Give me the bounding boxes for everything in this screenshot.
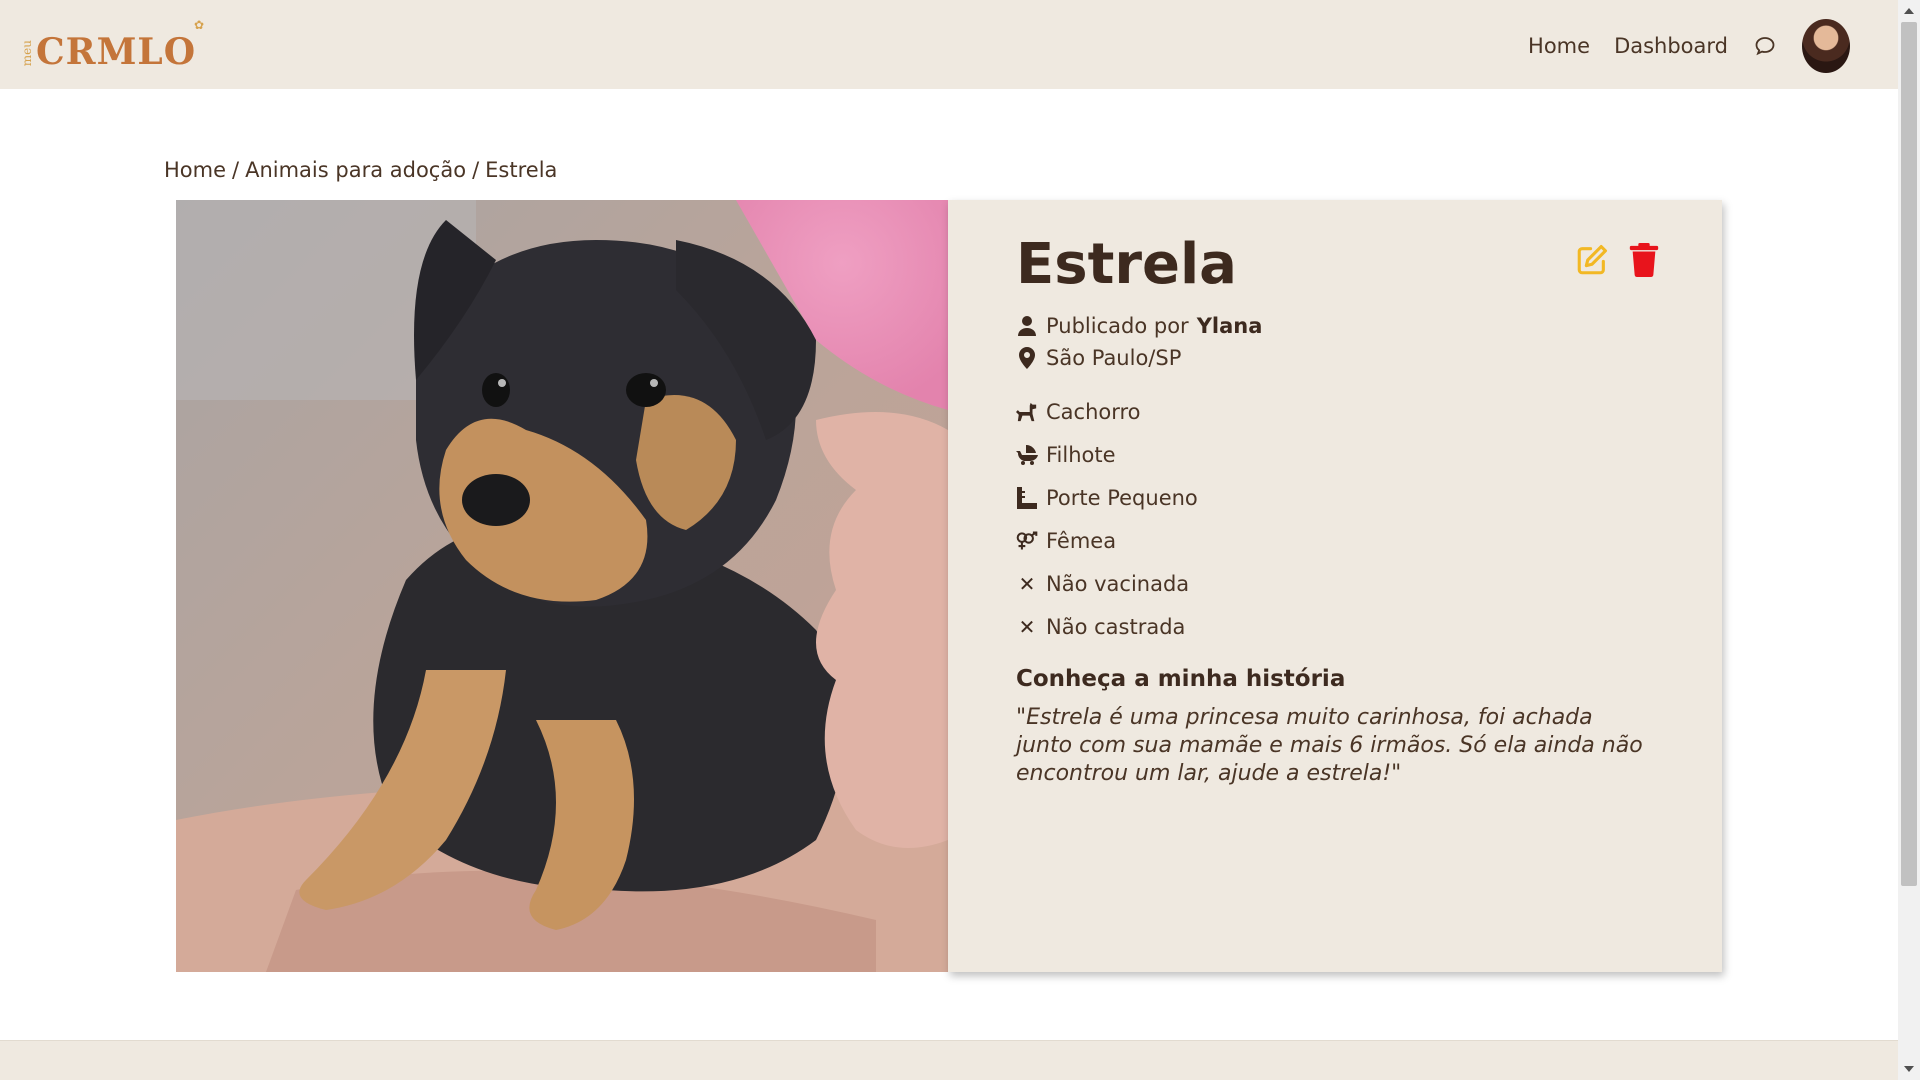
pet-actions: [1574, 242, 1662, 278]
breadcrumb-separator: /: [232, 158, 240, 182]
x-icon: ✕: [1018, 572, 1036, 596]
age-text: Filhote: [1046, 443, 1116, 467]
main-nav: Home Dashboard: [1528, 18, 1850, 74]
location-text: São Paulo/SP: [1046, 346, 1182, 370]
scroll-down-arrow-icon[interactable]: [1904, 1066, 1914, 1072]
breadcrumb: Home / Animais para adoção / Estrela: [164, 158, 557, 182]
scroll-up-arrow-icon[interactable]: [1904, 8, 1914, 14]
top-navbar: meu CRMLO ✿ Home Dashboard: [0, 0, 1898, 89]
vaccinated: ✕ Não vacinada: [1016, 572, 1190, 596]
species: Cachorro: [1016, 400, 1141, 424]
size-text: Porte Pequeno: [1046, 486, 1198, 510]
dog-icon: [1016, 401, 1038, 423]
footer: [0, 1040, 1898, 1080]
vaccinated-text: Não vacinada: [1046, 572, 1190, 596]
x-icon: ✕: [1018, 615, 1036, 639]
trash-icon[interactable]: [1626, 242, 1662, 278]
user-icon: [1016, 315, 1038, 337]
chat-bubble-icon[interactable]: [1752, 33, 1778, 59]
published-by: Publicado por Ylana: [1016, 314, 1262, 338]
sex: Fêmea: [1016, 529, 1116, 553]
age: Filhote: [1016, 443, 1116, 467]
breadcrumb-animals[interactable]: Animais para adoção: [245, 158, 466, 182]
edit-icon[interactable]: [1574, 242, 1610, 278]
scrollbar-thumb[interactable]: [1901, 22, 1917, 886]
neutered-text: Não castrada: [1046, 615, 1186, 639]
pet-photo: [176, 200, 948, 972]
logo-prefix: meu: [20, 39, 34, 66]
baby-carriage-icon: [1016, 444, 1038, 466]
logo-text: CRMLO: [36, 31, 197, 73]
nav-home-link[interactable]: Home: [1528, 34, 1590, 58]
sex-text: Fêmea: [1046, 529, 1117, 553]
avatar[interactable]: [1802, 19, 1850, 73]
neutered: ✕ Não castrada: [1016, 615, 1186, 639]
nav-dashboard-link[interactable]: Dashboard: [1614, 34, 1728, 58]
story-text: "Estrela é uma princesa muito carinhosa,…: [1016, 705, 1643, 786]
pet-name: Estrela: [1016, 232, 1237, 297]
logo[interactable]: meu CRMLO ✿: [20, 18, 204, 73]
ruler-icon: [1016, 487, 1038, 509]
breadcrumb-separator: /: [472, 158, 480, 182]
breadcrumb-current: Estrela: [485, 158, 558, 182]
published-prefix: Publicado por: [1046, 314, 1189, 338]
paw-icon: ✿: [194, 18, 205, 32]
location: São Paulo/SP: [1016, 346, 1181, 370]
breadcrumb-home[interactable]: Home: [164, 158, 226, 182]
publisher-name[interactable]: Ylana: [1197, 314, 1263, 338]
pet-details-card: Estrela Publicado por Ylana São Paulo/SP: [948, 200, 1722, 972]
species-text: Cachorro: [1046, 400, 1141, 424]
venus-mars-icon: [1016, 530, 1038, 552]
map-pin-icon: [1016, 347, 1038, 369]
story-title: Conheça a minha história: [1016, 666, 1346, 692]
size: Porte Pequeno: [1016, 486, 1198, 510]
vertical-scrollbar[interactable]: [1898, 0, 1920, 1080]
